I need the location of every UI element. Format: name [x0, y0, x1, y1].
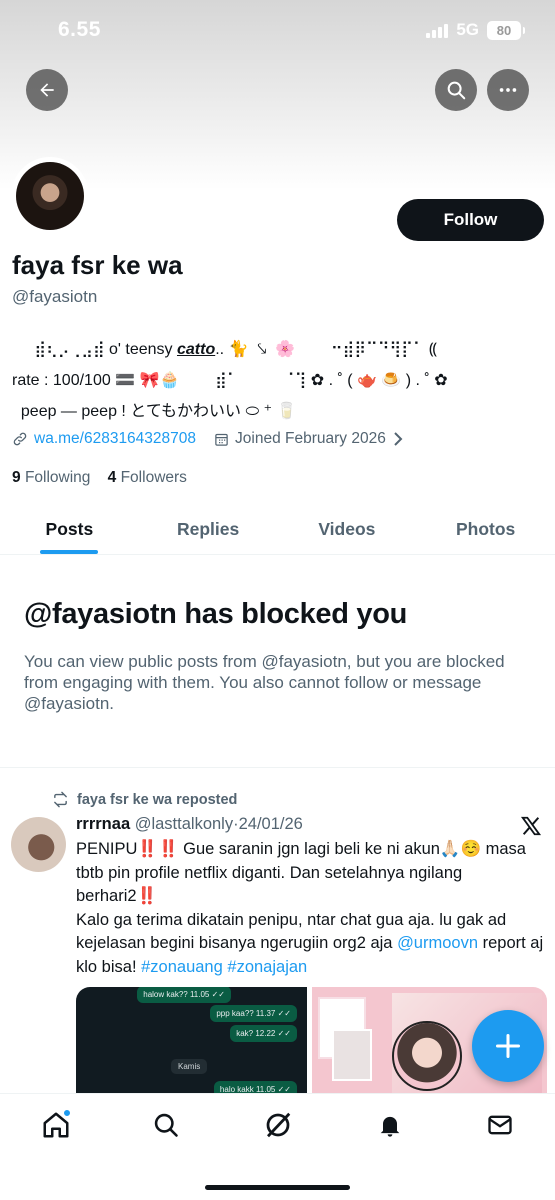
profile-meta: wa.me/6283164328708 Joined February 2026 [12, 430, 404, 448]
profile-bio: ⣾⢆⡠⢀⣠⣾ o' teensy catto.. 🐈 ⤥ 🌸 ⠒⣾⡿⠉⠙⢻⡏⠁ … [12, 334, 547, 427]
tab-videos[interactable]: Videos [278, 505, 417, 554]
bio-line-3: peep — peep ! とてもかわいい ⬭ ⁺ 🥛 [12, 403, 297, 420]
chevron-right-icon [394, 432, 403, 446]
status-time: 6.55 [58, 18, 101, 41]
chat-bubble: halo kakk 11.05 ✓✓ [213, 1081, 297, 1093]
post-text: PENIPU‼️‼️ Gue saranin jgn lagi beli ke … [76, 840, 544, 976]
post-header: rrrrnaa @lasttalkonly·24/01/26 [76, 815, 303, 834]
more-horizontal-icon [499, 88, 517, 92]
chat-day-chip: Kamis [171, 1059, 208, 1074]
search-icon [154, 1113, 178, 1137]
post-image-chat[interactable]: halow kak?? 11.05 ✓✓ ppp kaa?? 11.37 ✓✓ … [76, 987, 307, 1093]
grok-icon [266, 1112, 291, 1138]
tab-photos[interactable]: Photos [416, 505, 555, 554]
following-count-link[interactable]: 9 Following [12, 469, 90, 486]
post-date: 24/01/26 [238, 815, 303, 833]
chat-bubble: kak? 12.22 ✓✓ [230, 1025, 297, 1042]
arrow-left-icon [40, 83, 54, 97]
repost-indicator: faya fsr ke wa reposted [52, 791, 237, 808]
messages-icon [488, 1115, 512, 1135]
nav-home[interactable] [39, 1108, 73, 1142]
signal-icon [426, 22, 449, 38]
nav-grok[interactable] [261, 1108, 295, 1142]
display-name: faya fsr ke wa [12, 250, 183, 280]
blocked-message: You can view public posts from @fayasiot… [24, 652, 505, 713]
search-button[interactable] [435, 69, 477, 111]
follow-button[interactable]: Follow [397, 199, 544, 241]
profile-website-link[interactable]: wa.me/6283164328708 [34, 430, 196, 448]
divider [0, 767, 555, 768]
calendar-icon [215, 433, 228, 446]
link-icon [13, 432, 27, 446]
post-author-handle[interactable]: @lasttalkonly [135, 815, 233, 833]
profile-avatar[interactable] [11, 157, 89, 235]
post-hashtag[interactable]: #zonauang [141, 958, 223, 976]
post-author-name[interactable]: rrrrnaa [76, 815, 130, 833]
more-button[interactable] [487, 69, 529, 111]
notification-dot [63, 1109, 71, 1117]
compose-button[interactable] [472, 1010, 544, 1082]
tab-posts[interactable]: Posts [0, 505, 139, 554]
follow-counts: 9 Following 4 Followers [12, 469, 187, 487]
bio-link-text: catto [176, 341, 216, 358]
profile-tabs: Posts Replies Videos Photos [0, 505, 555, 555]
nav-search[interactable] [149, 1108, 183, 1142]
nav-messages[interactable] [483, 1108, 517, 1142]
battery-icon: 80 [487, 20, 525, 40]
search-icon [447, 81, 466, 100]
repost-icon [54, 791, 67, 808]
chat-bubble: halow kak?? 11.05 ✓✓ [137, 987, 231, 1003]
notifications-icon [380, 1116, 400, 1137]
blocked-title: @fayasiotn has blocked you [24, 598, 408, 630]
plus-icon [495, 1033, 521, 1059]
avatar-image [16, 162, 84, 230]
chat-bubble: ppp kaa?? 11.37 ✓✓ [210, 1005, 297, 1022]
bottom-navigation [0, 1093, 555, 1200]
network-type: 5G [456, 20, 479, 39]
post-author-avatar[interactable] [11, 817, 66, 872]
profile-handle: @fayasiotn [12, 287, 98, 306]
photo-card [332, 1029, 372, 1081]
post-mention[interactable]: @urmoovn [397, 934, 478, 952]
bio-line-2: rate : 100/100 🟰 🎀🧁 ⣾⠁ ⠈⢹ ✿ . ˚ ( 🫖 🍮 ) … [12, 372, 448, 389]
tab-replies[interactable]: Replies [139, 505, 278, 554]
home-indicator [205, 1185, 350, 1190]
joined-date[interactable]: Joined February 2026 [214, 430, 404, 448]
status-indicators: 5G 80 [426, 20, 525, 40]
back-button[interactable] [26, 69, 68, 111]
post-hashtag[interactable]: #zonajajan [227, 958, 307, 976]
followers-count-link[interactable]: 4 Followers [108, 469, 187, 486]
bio-line-1: ⣾⢆⡠⢀⣠⣾ o' teensy catto.. 🐈 ⤥ 🌸 ⠒⣾⡿⠉⠙⢻⡏⠁ … [12, 341, 438, 358]
photo-circle [392, 1021, 462, 1091]
nav-notifications[interactable] [373, 1108, 407, 1142]
